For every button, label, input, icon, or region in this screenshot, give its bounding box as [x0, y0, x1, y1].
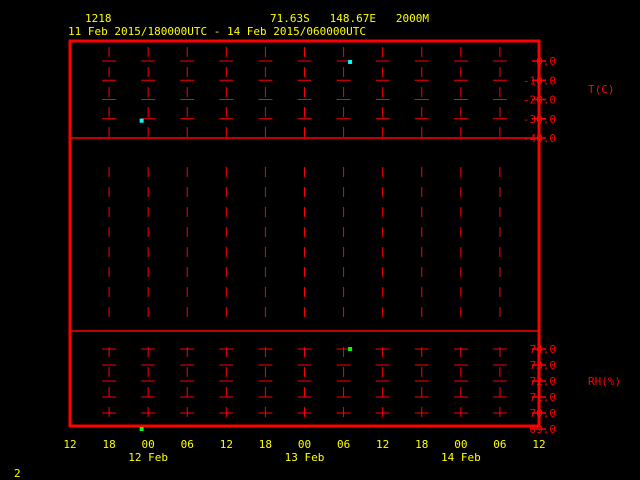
time-gridline: [141, 47, 156, 417]
x-tick-label: 18: [102, 438, 115, 451]
temperature-point: [139, 118, 144, 123]
time-gridline: [414, 47, 429, 417]
date-label: 14 Feb: [441, 451, 481, 464]
station-id: 1218: [85, 12, 112, 25]
rh-tick-label: 70.0: [530, 407, 557, 420]
x-tick-label: 18: [259, 438, 272, 451]
x-tick-label: 06: [181, 438, 194, 451]
temperature-axis-label: T(C): [588, 83, 615, 96]
rh-tick-label: 69.0: [530, 423, 557, 436]
time-gridline: [219, 47, 234, 417]
temperature-tick-label: 0.0: [536, 55, 556, 68]
x-tick-label: 00: [298, 438, 311, 451]
time-gridline: [492, 47, 507, 417]
rh-axis-label: RH(%): [588, 375, 621, 388]
temperature-point: [348, 59, 353, 64]
x-tick-label: 18: [415, 438, 428, 451]
rh-tick-label: 72.0: [530, 375, 557, 388]
rh-tick-label: 71.0: [530, 391, 557, 404]
date-label: 13 Feb: [285, 451, 325, 464]
time-gridline: [453, 47, 468, 417]
x-tick-label: 06: [493, 438, 506, 451]
temperature-tick-label: -20.0: [523, 94, 556, 107]
x-tick-label: 12: [376, 438, 389, 451]
rh-tick-label: 73.0: [530, 359, 557, 372]
temperature-tick-label: -30.0: [523, 113, 556, 126]
x-tick-label: 12: [532, 438, 545, 451]
x-tick-label: 12: [220, 438, 233, 451]
x-tick-label: 12: [63, 438, 76, 451]
time-gridline: [297, 47, 312, 417]
rh-point: [348, 347, 353, 351]
temperature-tick-label: -40.0: [523, 132, 556, 145]
time-range: 11 Feb 2015/180000UTC - 14 Feb 2015/0600…: [68, 25, 366, 38]
time-gridline: [102, 47, 117, 417]
page-number: 2: [14, 467, 21, 480]
station-location: 71.63S 148.67E 2000M: [270, 12, 429, 25]
x-tick-label: 00: [454, 438, 467, 451]
x-tick-label: 06: [337, 438, 350, 451]
time-gridline: [375, 47, 390, 417]
rh-point: [139, 427, 144, 431]
temperature-tick-label: -10.0: [523, 74, 556, 87]
x-tick-label: 00: [142, 438, 155, 451]
date-label: 12 Feb: [128, 451, 168, 464]
time-gridline: [258, 47, 273, 417]
meteogram: 1218 71.63S 148.67E 2000M 11 Feb 2015/18…: [14, 12, 621, 480]
rh-tick-label: 74.0: [530, 343, 557, 356]
time-gridline: [336, 47, 351, 417]
time-gridline: [180, 47, 195, 417]
